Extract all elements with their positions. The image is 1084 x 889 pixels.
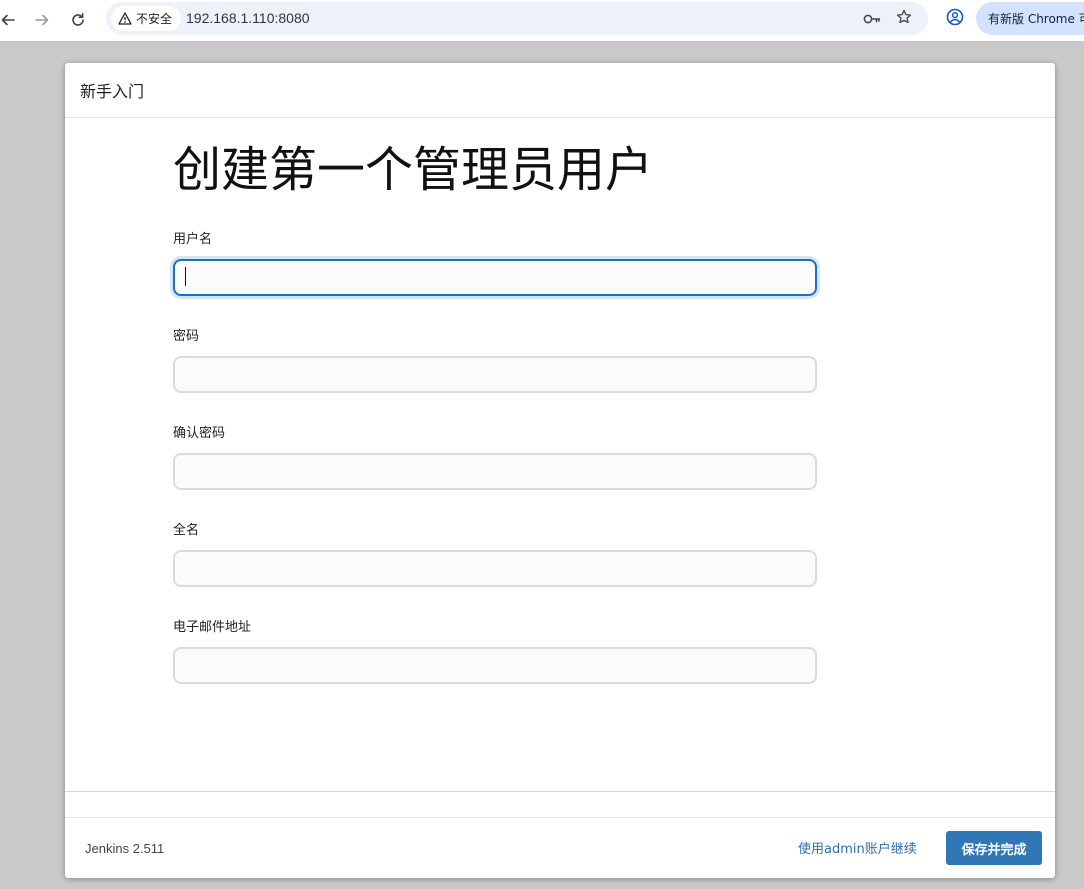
- arrow-right-icon: [34, 12, 50, 28]
- password-key-button[interactable]: [861, 8, 883, 30]
- reload-button[interactable]: [64, 6, 92, 34]
- email-label: 电子邮件地址: [173, 620, 252, 635]
- confirm-password-label: 确认密码: [173, 426, 226, 441]
- admin-user-form: 创建第一个管理员用户 用户名 密码 确认密码 全名 电子邮件地址: [173, 143, 818, 684]
- username-field-group: 用户名: [173, 230, 818, 296]
- security-label: 不安全: [136, 12, 173, 26]
- chrome-update-button[interactable]: 有新版 Chrome 可: [976, 2, 1084, 35]
- account-circle-icon: [946, 8, 964, 30]
- password-input[interactable]: [173, 356, 817, 393]
- fullname-label: 全名: [173, 523, 200, 538]
- page-title: 创建第一个管理员用户: [173, 144, 654, 197]
- key-icon: [863, 10, 881, 29]
- email-input[interactable]: [173, 647, 817, 684]
- bookmark-button[interactable]: [893, 8, 915, 30]
- setup-wizard-dialog: 新手入门 创建第一个管理员用户 用户名 密码 确认密码 全名 电子邮件地址 Je…: [65, 63, 1055, 878]
- fullname-input[interactable]: [173, 550, 817, 587]
- warning-icon: [118, 12, 132, 25]
- divider: [65, 817, 1055, 818]
- dialog-header-title: 新手入门: [80, 82, 145, 101]
- fullname-field-group: 全名: [173, 521, 818, 587]
- password-field-group: 密码: [173, 327, 818, 393]
- save-and-finish-button[interactable]: 保存并完成: [946, 831, 1042, 865]
- profile-button[interactable]: [942, 6, 968, 32]
- browser-toolbar: 不安全 192.168.1.110:8080 有新版 Chrome 可: [0, 0, 1084, 41]
- arrow-left-icon: [0, 12, 16, 28]
- confirm-password-input[interactable]: [173, 453, 817, 490]
- text-caret: [185, 267, 186, 286]
- username-input[interactable]: [173, 259, 817, 296]
- password-label: 密码: [173, 329, 200, 344]
- reload-icon: [70, 12, 86, 28]
- confirm-password-field-group: 确认密码: [173, 424, 818, 490]
- dialog-header: 新手入门: [65, 63, 1055, 118]
- jenkins-version: Jenkins 2.511: [85, 841, 165, 856]
- forward-button[interactable]: [28, 6, 56, 34]
- star-icon: [896, 9, 912, 29]
- divider: [65, 791, 1055, 792]
- update-label: 有新版 Chrome 可: [988, 12, 1084, 26]
- email-field-group: 电子邮件地址: [173, 618, 818, 684]
- continue-as-admin-link[interactable]: 使用admin账户继续: [798, 838, 917, 857]
- username-label: 用户名: [173, 232, 213, 247]
- url-text[interactable]: 192.168.1.110:8080: [186, 10, 310, 26]
- address-bar[interactable]: 不安全 192.168.1.110:8080: [106, 2, 928, 35]
- back-button[interactable]: [0, 6, 22, 34]
- security-indicator[interactable]: 不安全: [111, 6, 181, 31]
